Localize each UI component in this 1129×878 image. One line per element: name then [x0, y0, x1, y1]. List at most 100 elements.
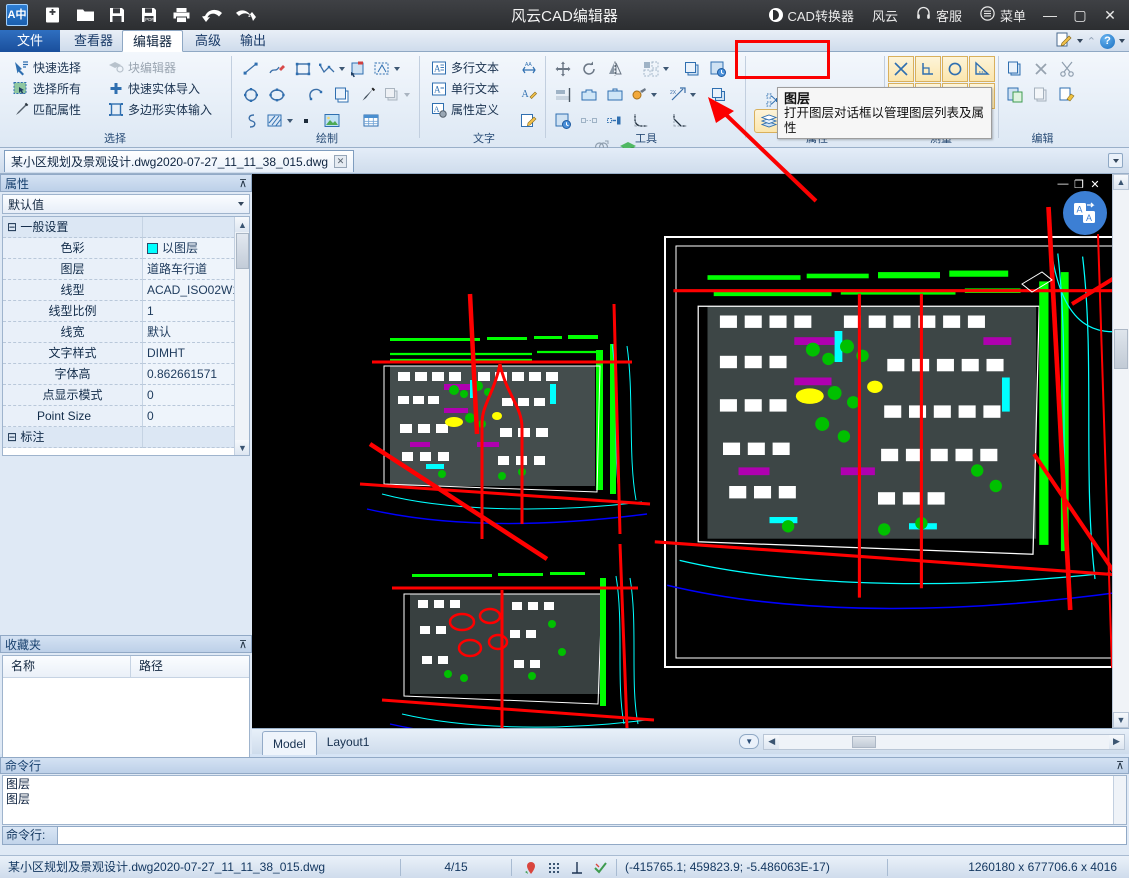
table-row[interactable]: 线型 ACAD_ISO02W100 — [3, 280, 249, 301]
offset-time-icon[interactable] — [705, 56, 731, 82]
tab-viewer[interactable]: 查看器 — [64, 30, 123, 52]
polyline-edit-icon[interactable] — [264, 56, 290, 82]
canvas-horizontal-scrollbar[interactable]: ◀ ▶ — [763, 734, 1125, 750]
table-row[interactable]: Point Size 0 — [3, 406, 249, 427]
maximize-button[interactable]: ▢ — [1065, 0, 1095, 30]
scale-icon[interactable]: 2X — [667, 82, 689, 108]
mirror-icon[interactable] — [602, 56, 628, 82]
support-button[interactable]: 客服 — [907, 0, 971, 30]
cmd-quick-select[interactable]: 快速选择 — [10, 57, 84, 78]
array-caret-icon[interactable] — [663, 67, 669, 71]
document-tab-overflow-button[interactable] — [1108, 153, 1123, 168]
customize-icon[interactable] — [1056, 32, 1073, 50]
cmd-polygon-entity-input[interactable]: 多边形实体输入 — [105, 99, 215, 120]
table-row[interactable]: 线型比例 1 — [3, 301, 249, 322]
customize-caret-icon[interactable] — [1077, 39, 1083, 43]
scroll-down-icon[interactable]: ▼ — [235, 440, 250, 455]
ungroup-icon[interactable] — [706, 82, 732, 108]
mdi-close-button[interactable]: ✕ — [1089, 178, 1101, 191]
extend-icon[interactable] — [602, 82, 628, 108]
layered-copy-caret-icon[interactable] — [404, 93, 410, 97]
tab-model[interactable]: Model — [262, 731, 317, 755]
new-file-icon[interactable] — [42, 4, 64, 26]
property-group-row[interactable]: ⊟ 标注 — [3, 427, 249, 448]
layout-options-button[interactable]: ▼ — [739, 734, 759, 749]
properties-scrollbar[interactable]: ▲ ▼ — [234, 217, 249, 455]
property-group-row[interactable]: ⊟ 一般设置 — [3, 217, 249, 238]
tab-output[interactable]: 输出 — [230, 30, 276, 52]
cmd-match-properties[interactable]: 匹配属性 — [10, 99, 84, 120]
redo-icon[interactable] — [234, 4, 256, 26]
help-caret-icon[interactable] — [1119, 39, 1125, 43]
copy-icon[interactable] — [1002, 56, 1028, 82]
minimize-button[interactable]: — — [1035, 0, 1065, 30]
cmd-quick-entity-import[interactable]: 快速实体导入 — [105, 78, 215, 99]
scrollbar-thumb[interactable] — [852, 736, 876, 748]
tab-advanced[interactable]: 高级 — [185, 30, 231, 52]
snap-status-icon[interactable] — [593, 860, 608, 875]
group-icon[interactable] — [679, 56, 705, 82]
command-input[interactable] — [58, 826, 1127, 845]
command-log-scrollbar[interactable] — [1113, 776, 1126, 824]
tab-file[interactable]: 文件 — [0, 30, 60, 52]
table-row[interactable]: 图层 道路车行道 — [3, 259, 249, 280]
scroll-down-icon[interactable]: ▼ — [1113, 712, 1129, 728]
circle-icon[interactable] — [238, 82, 264, 108]
canvas-vertical-scrollbar[interactable]: ▲ ▼ — [1112, 174, 1129, 728]
text-style-icon[interactable]: A — [516, 82, 542, 108]
arc-icon[interactable] — [303, 82, 329, 108]
viewport-icon[interactable] — [371, 56, 393, 82]
scroll-up-icon[interactable]: ▲ — [235, 217, 250, 232]
save-pdf-icon[interactable]: PDF — [138, 4, 160, 26]
dim-radius-icon[interactable] — [942, 56, 968, 82]
explode-icon[interactable] — [628, 82, 650, 108]
brand-button[interactable]: 风云 — [863, 0, 907, 30]
cmd-mtext[interactable]: A 多行文本 — [428, 57, 502, 78]
collapse-ribbon-icon[interactable]: ⌃ — [1087, 35, 1096, 48]
copy-entity-icon[interactable] — [329, 82, 355, 108]
layered-copy-icon[interactable] — [381, 82, 403, 108]
cmd-select-all[interactable]: 选择所有 — [10, 78, 84, 99]
explode-caret-icon[interactable] — [651, 93, 657, 97]
cmd-text[interactable]: A 单行文本 — [428, 78, 502, 99]
table-row[interactable]: 色彩 以图层 — [3, 238, 249, 259]
tab-editor[interactable]: 编辑器 — [122, 30, 183, 52]
pin-icon[interactable]: ⊼ — [239, 177, 247, 190]
paste-icon[interactable] — [1002, 82, 1028, 108]
table-row[interactable]: 字体高 0.862661571 — [3, 364, 249, 385]
cmd-block-editor[interactable]: 块编辑器 — [105, 57, 215, 78]
scroll-left-icon[interactable]: ◀ — [764, 735, 779, 749]
delete-icon[interactable] — [1028, 56, 1054, 82]
translate-button[interactable]: A A — [1063, 191, 1107, 235]
clear-format-icon[interactable] — [1054, 82, 1080, 108]
scroll-up-icon[interactable]: ▲ — [1113, 174, 1129, 190]
trim-top-icon[interactable] — [576, 82, 602, 108]
drawing-canvas[interactable]: — ❐ ✕ A A — [252, 174, 1129, 728]
align-icon[interactable] — [550, 82, 576, 108]
document-tab[interactable]: 某小区规划及景观设计.dwg2020-07-27_11_11_38_015.dw… — [4, 150, 354, 172]
ortho-status-icon[interactable] — [570, 860, 585, 875]
dim-cross-icon[interactable] — [888, 56, 914, 82]
mdi-minimize-button[interactable]: — — [1057, 178, 1069, 191]
text-align-icon[interactable]: AA — [516, 56, 542, 82]
cut-icon[interactable] — [1054, 56, 1080, 82]
table-row[interactable]: 文字样式 DIMHT — [3, 343, 249, 364]
array-icon[interactable] — [640, 56, 662, 82]
undo-icon[interactable] — [202, 4, 224, 26]
menu-button[interactable]: 菜单 — [971, 0, 1035, 30]
pen-icon[interactable] — [355, 82, 381, 108]
ellipse-icon[interactable] — [264, 82, 290, 108]
rectangle-icon[interactable] — [290, 56, 316, 82]
scroll-right-icon[interactable]: ▶ — [1109, 735, 1124, 749]
pin-icon[interactable]: ⊼ — [239, 638, 247, 651]
column-header-name[interactable]: 名称 — [3, 656, 131, 677]
polyline-icon[interactable] — [316, 56, 338, 82]
open-folder-icon[interactable] — [74, 4, 96, 26]
tab-layout1[interactable]: Layout1 — [317, 730, 380, 754]
column-header-path[interactable]: 路径 — [131, 656, 163, 677]
move-icon[interactable] — [550, 56, 576, 82]
rotate-icon[interactable] — [576, 56, 602, 82]
table-row[interactable]: 点显示模式 0 — [3, 385, 249, 406]
mdi-restore-button[interactable]: ❐ — [1073, 178, 1085, 191]
save-icon[interactable] — [106, 4, 128, 26]
